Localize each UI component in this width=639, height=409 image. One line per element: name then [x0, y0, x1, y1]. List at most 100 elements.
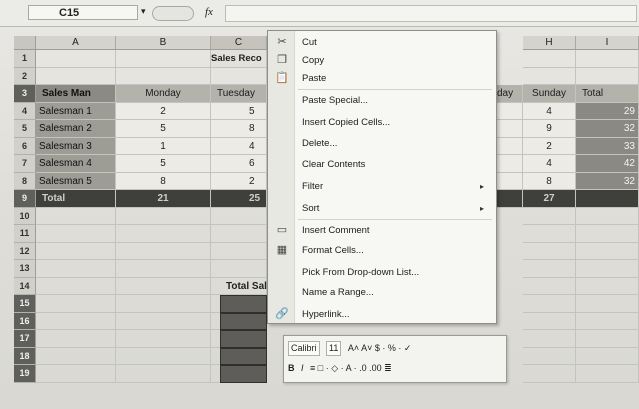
grid-cell[interactable] — [116, 225, 211, 243]
italic-button[interactable]: I — [301, 359, 304, 377]
grid-cell[interactable] — [523, 225, 576, 243]
grid-cell[interactable] — [36, 260, 116, 278]
grid-cell[interactable] — [523, 277, 576, 295]
grid-cell[interactable] — [576, 312, 639, 330]
menu-item-delete[interactable]: Delete... — [268, 134, 496, 153]
grid-cell[interactable] — [523, 67, 576, 85]
grid-cell[interactable] — [116, 50, 211, 68]
menu-item-cut[interactable]: ✂ Cut — [268, 33, 496, 52]
grid-cell[interactable] — [523, 260, 576, 278]
menu-item-sort[interactable]: Sort ▸ — [268, 199, 496, 218]
grid-cell[interactable] — [36, 295, 116, 313]
grid-cell[interactable] — [576, 347, 639, 365]
grid-cell[interactable] — [576, 365, 639, 383]
menu-item-insert-comment[interactable]: ▭ Insert Comment — [268, 221, 496, 240]
grid-cell[interactable] — [116, 365, 211, 383]
column-header[interactable]: I — [576, 36, 639, 50]
row-header[interactable]: 1 — [14, 50, 36, 68]
row-header[interactable]: 3 — [14, 85, 36, 103]
column-header[interactable]: B — [116, 36, 211, 50]
formula-input[interactable] — [225, 5, 637, 22]
mini-toolbar-format-buttons[interactable]: A˄ A˅ $ · % · ✓ — [348, 339, 412, 357]
grid-cell[interactable] — [576, 277, 639, 295]
grid-cell[interactable] — [576, 207, 639, 225]
grid-cell[interactable] — [523, 347, 576, 365]
grid-cell[interactable] — [576, 225, 639, 243]
mini-toolbar-style-buttons[interactable]: ≡ □ · ◇ · A · .0 .00 ≣ — [310, 359, 392, 377]
row-header[interactable]: 17 — [14, 330, 36, 348]
row-header[interactable]: 4 — [14, 102, 36, 120]
row-header[interactable]: 12 — [14, 242, 36, 260]
menu-item-paste[interactable]: 📋 Paste — [268, 69, 496, 88]
grid-cell[interactable] — [36, 67, 116, 85]
row-header[interactable]: 2 — [14, 67, 36, 85]
menu-item-format-cells[interactable]: ▦ Format Cells... — [268, 241, 496, 260]
grid-cell[interactable] — [211, 225, 267, 243]
grid-cell[interactable] — [116, 207, 211, 225]
row-header[interactable]: 10 — [14, 207, 36, 225]
grid-cell[interactable] — [116, 330, 211, 348]
selected-cell[interactable] — [220, 295, 267, 313]
grid-cell[interactable] — [523, 295, 576, 313]
column-header[interactable]: C — [211, 36, 267, 50]
menu-item-filter[interactable]: Filter ▸ — [268, 177, 496, 196]
selected-cell[interactable] — [220, 347, 267, 365]
name-box-dropdown-icon[interactable]: ▾ — [141, 6, 146, 17]
grid-cell[interactable] — [576, 330, 639, 348]
row-header[interactable]: 19 — [14, 365, 36, 383]
column-header[interactable]: H — [523, 36, 576, 50]
row-header[interactable]: 13 — [14, 260, 36, 278]
grid-cell[interactable] — [523, 50, 576, 68]
grid-cell[interactable] — [523, 312, 576, 330]
grid-cell[interactable] — [576, 67, 639, 85]
grid-cell[interactable] — [211, 207, 267, 225]
selected-cell[interactable] — [220, 365, 267, 383]
grid-cell[interactable] — [576, 242, 639, 260]
grid-cell[interactable] — [523, 365, 576, 383]
font-size-select[interactable]: 11 — [326, 341, 342, 356]
formula-controls[interactable] — [152, 6, 194, 21]
row-header[interactable]: 16 — [14, 312, 36, 330]
grid-cell[interactable] — [116, 67, 211, 85]
grid-cell[interactable] — [116, 242, 211, 260]
row-header[interactable]: 15 — [14, 295, 36, 313]
menu-item-clear-contents[interactable]: Clear Contents — [268, 155, 496, 174]
grid-cell[interactable] — [211, 242, 267, 260]
grid-cell[interactable] — [36, 242, 116, 260]
insert-function-icon[interactable]: fx — [205, 6, 213, 18]
grid-cell[interactable] — [576, 50, 639, 68]
grid-cell[interactable] — [523, 330, 576, 348]
grid-cell[interactable] — [523, 242, 576, 260]
column-header[interactable]: A — [36, 36, 116, 50]
grid-cell[interactable] — [211, 67, 267, 85]
grid-cell[interactable] — [116, 277, 211, 295]
selected-cell[interactable] — [220, 312, 267, 330]
select-all-corner[interactable] — [14, 36, 36, 50]
menu-item-name-a-range[interactable]: Name a Range... — [268, 283, 496, 302]
menu-item-hyperlink[interactable]: 🔗 Hyperlink... — [268, 305, 496, 324]
grid-cell[interactable] — [36, 277, 116, 295]
grid-cell[interactable] — [116, 260, 211, 278]
grid-cell[interactable] — [576, 295, 639, 313]
grid-cell[interactable] — [116, 347, 211, 365]
grid-cell[interactable] — [36, 365, 116, 383]
row-header[interactable]: 6 — [14, 137, 36, 155]
grid-cell[interactable] — [36, 225, 116, 243]
row-header[interactable]: 7 — [14, 155, 36, 173]
grid-cell[interactable] — [36, 330, 116, 348]
menu-item-paste-special[interactable]: Paste Special... — [268, 91, 496, 110]
grid-cell[interactable] — [523, 207, 576, 225]
row-header[interactable]: 5 — [14, 120, 36, 138]
row-header[interactable]: 18 — [14, 347, 36, 365]
grid-cell[interactable] — [36, 312, 116, 330]
row-header[interactable]: 14 — [14, 277, 36, 295]
grid-cell[interactable] — [116, 295, 211, 313]
grid-cell[interactable] — [36, 50, 116, 68]
menu-item-pick-from-drop-down-list[interactable]: Pick From Drop-down List... — [268, 263, 496, 282]
selected-cell[interactable] — [220, 330, 267, 348]
grid-cell[interactable] — [36, 347, 116, 365]
grid-cell[interactable] — [36, 207, 116, 225]
name-box[interactable]: C15 — [28, 5, 138, 20]
font-name-select[interactable]: Calibri — [288, 341, 320, 356]
menu-item-copy[interactable]: ❐ Copy — [268, 51, 496, 70]
